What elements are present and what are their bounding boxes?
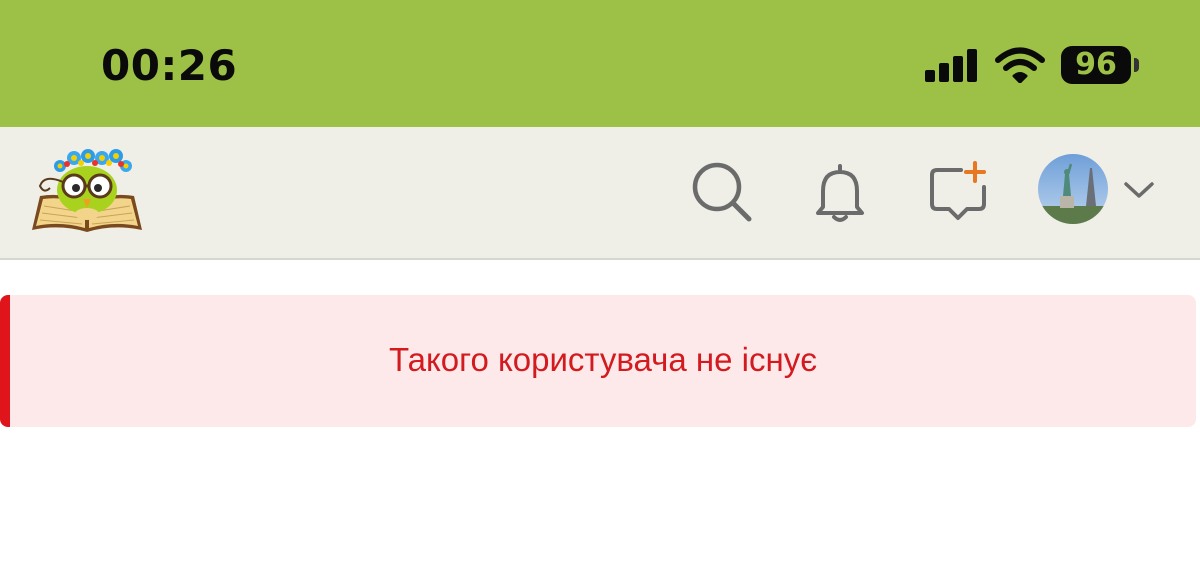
user-avatar[interactable] [1038, 154, 1108, 224]
site-logo[interactable] [30, 144, 144, 234]
battery-icon: 96 [1061, 46, 1141, 84]
error-alert: Такого користувача не існує [0, 295, 1196, 427]
search-button[interactable] [687, 157, 757, 227]
new-post-icon [930, 161, 986, 220]
status-time: 00:26 [101, 41, 238, 90]
search-icon [692, 162, 752, 222]
chevron-down-icon[interactable] [1122, 175, 1156, 203]
wifi-icon [995, 47, 1045, 84]
error-message: Такого користувача не існує [388, 341, 818, 378]
bell-icon [816, 164, 864, 222]
new-post-button[interactable] [923, 157, 993, 227]
cellular-signal-icon [925, 49, 979, 82]
status-bar: 00:26 96 [0, 0, 1200, 127]
app-header [0, 127, 1200, 260]
notifications-button[interactable] [805, 157, 875, 227]
battery-cap [1134, 58, 1139, 72]
battery-level: 96 [1061, 46, 1131, 84]
